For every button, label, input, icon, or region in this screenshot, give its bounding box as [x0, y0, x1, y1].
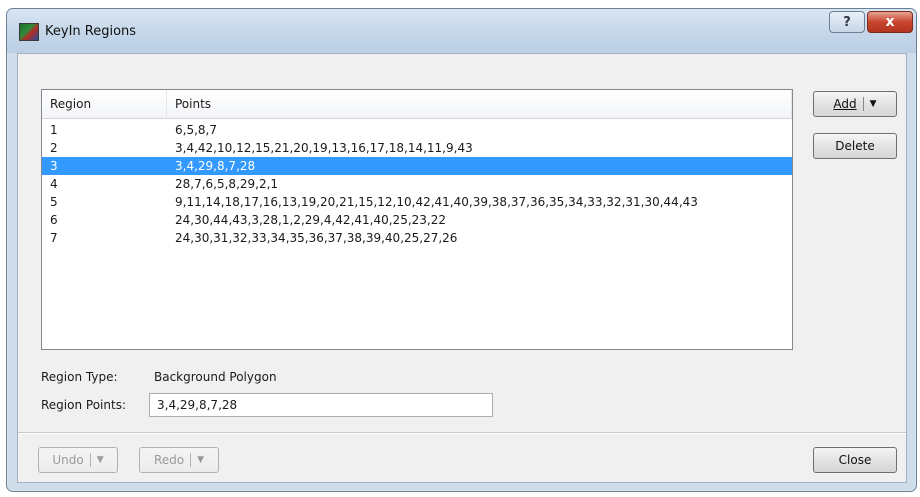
region-points-label: Region Points: [41, 398, 126, 412]
region-points-field[interactable]: 3,4,29,8,7,28 [149, 393, 493, 417]
region-cell: 5 [50, 195, 58, 209]
chevron-down-icon[interactable]: ▼ [870, 99, 877, 109]
regions-list[interactable]: Region Points 1 6,5,8,7 2 3,4,42,10,12,15,2… [41, 89, 793, 350]
chevron-down-icon[interactable]: ▼ [197, 455, 204, 465]
separator [18, 432, 906, 434]
points-cell: 24,30,31,32,33,34,35,36,37,38,39,40,25,2… [175, 231, 458, 245]
add-button[interactable]: Add ▼ [813, 91, 897, 117]
table-row[interactable]: 2 3,4,42,10,12,15,21,20,19,13,16,17,18,14… [42, 139, 792, 157]
region-type-label: Region Type: [41, 370, 118, 384]
table-row[interactable]: 7 24,30,31,32,33,34,35,36,37,38,39,40,25,… [42, 229, 792, 247]
column-header-region[interactable]: Region [42, 90, 167, 118]
table-row[interactable]: 1 6,5,8,7 [42, 121, 792, 139]
list-rows: 1 6,5,8,7 2 3,4,42,10,12,15,21,20,19,13,16,… [42, 121, 792, 247]
delete-button[interactable]: Delete [813, 133, 897, 159]
table-row[interactable]: 3 3,4,29,8,7,28 [42, 157, 792, 175]
window-close-button[interactable]: x [867, 11, 913, 33]
region-cell: 1 [50, 123, 58, 137]
undo-button-label: Undo [52, 453, 84, 467]
list-header: Region Points [42, 90, 792, 119]
points-cell: 24,30,44,43,3,28,1,2,29,4,42,41,40,25,23… [175, 213, 446, 227]
redo-split-divider [190, 453, 192, 467]
window-title: KeyIn Regions [45, 24, 137, 39]
points-cell: 9,11,14,18,17,16,13,19,20,21,15,12,10,42… [175, 195, 698, 209]
region-cell: 3 [50, 159, 58, 173]
column-header-points[interactable]: Points [167, 90, 792, 118]
redo-button[interactable]: Redo ▼ [139, 447, 219, 473]
points-cell: 3,4,42,10,12,15,21,20,19,13,16,17,18,14,… [175, 141, 473, 155]
app-icon [19, 23, 39, 41]
help-button[interactable]: ? [829, 11, 865, 33]
redo-button-label: Redo [153, 453, 185, 467]
undo-button[interactable]: Undo ▼ [38, 447, 118, 473]
region-cell: 4 [50, 177, 58, 191]
dialog-client-area: Region Points 1 6,5,8,7 2 3,4,42,10,12,15,2… [17, 53, 907, 483]
add-split-divider [862, 97, 864, 111]
region-type-value: Background Polygon [154, 370, 277, 384]
table-row[interactable]: 4 28,7,6,5,8,29,2,1 [42, 175, 792, 193]
points-cell: 3,4,29,8,7,28 [175, 159, 256, 173]
region-cell: 6 [50, 213, 58, 227]
table-row[interactable]: 6 24,30,44,43,3,28,1,2,29,4,42,41,40,25,2… [42, 211, 792, 229]
keyin-regions-dialog: KeyIn Regions ? x Region Points 1 6,5,8,7… [6, 8, 917, 492]
close-button[interactable]: Close [813, 447, 897, 473]
add-button-label: Add [833, 97, 857, 111]
points-cell: 6,5,8,7 [175, 123, 217, 137]
region-cell: 7 [50, 231, 58, 245]
points-cell: 28,7,6,5,8,29,2,1 [175, 177, 279, 191]
table-row[interactable]: 5 9,11,14,18,17,16,13,19,20,21,15,12,10,4… [42, 193, 792, 211]
title-bar[interactable]: KeyIn Regions ? x [7, 9, 916, 53]
region-cell: 2 [50, 141, 58, 155]
chevron-down-icon[interactable]: ▼ [97, 455, 104, 465]
undo-split-divider [89, 453, 91, 467]
